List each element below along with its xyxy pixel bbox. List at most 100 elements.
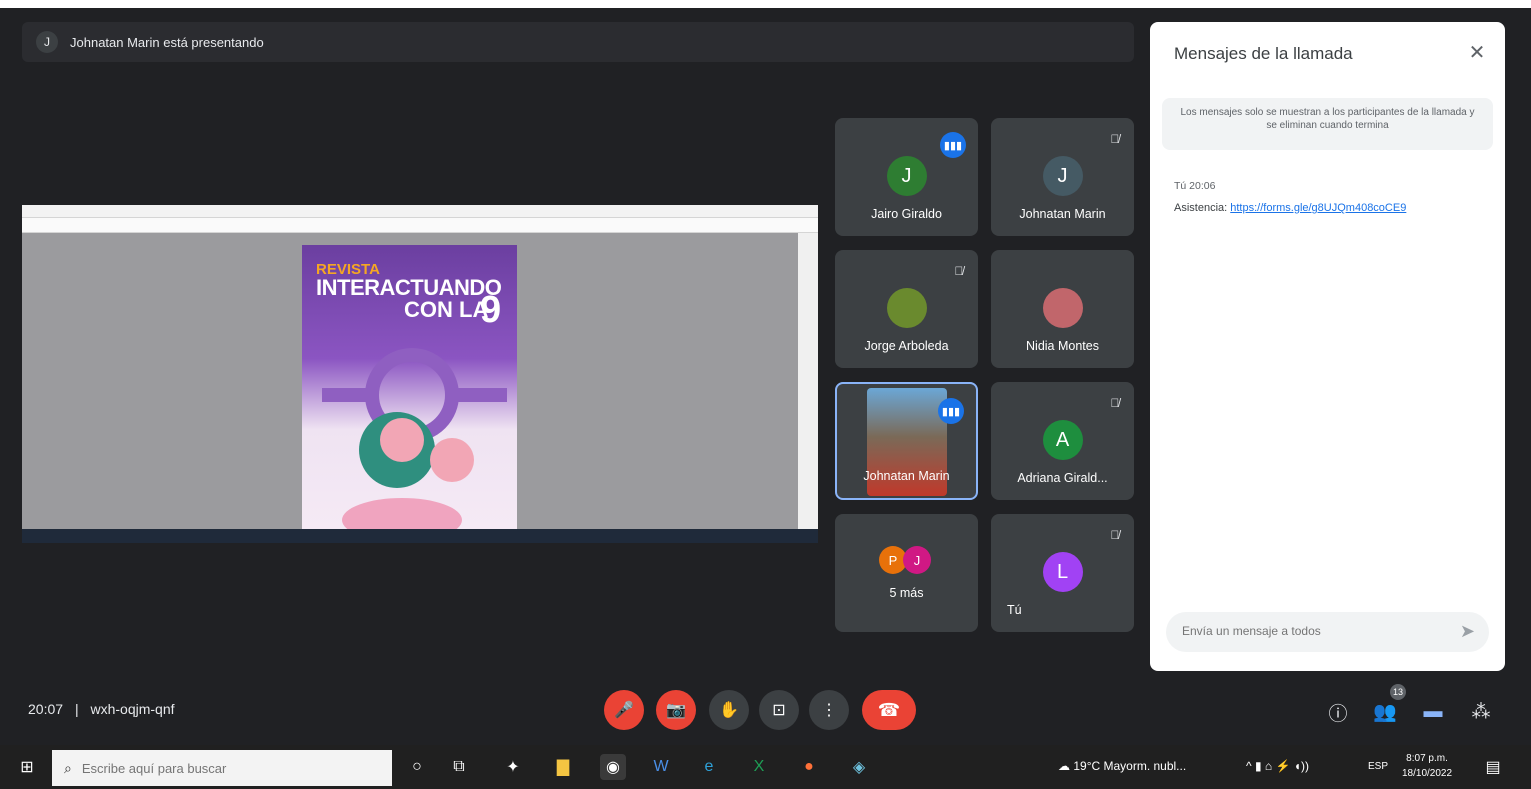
avatar: J bbox=[903, 546, 931, 574]
clock-time: 8:07 p.m. bbox=[1406, 753, 1448, 764]
firefox-icon[interactable]: ● bbox=[796, 754, 822, 780]
chat-panel: Mensajes de la llamada ✕ Los mensajes so… bbox=[1150, 22, 1505, 671]
shared-taskbar bbox=[22, 529, 818, 543]
presenting-banner: J Johnatan Marin está presentando bbox=[22, 22, 1134, 62]
camera-off-icon: 📷 bbox=[666, 702, 686, 719]
chat-button[interactable]: ▬ bbox=[1418, 698, 1448, 726]
people-button[interactable]: 👥 bbox=[1370, 698, 1400, 726]
word-icon[interactable]: W bbox=[648, 754, 674, 780]
camera-toggle-button[interactable]: 📷 bbox=[656, 690, 696, 730]
window-top-edge bbox=[0, 0, 1531, 8]
file-explorer-icon[interactable]: ▇ bbox=[550, 754, 576, 780]
taskbar-search[interactable]: ⌕ bbox=[52, 750, 392, 786]
mic-off-icon: 🎙̸ bbox=[1110, 132, 1120, 146]
participant-name: Johnatan Marin bbox=[863, 469, 950, 483]
send-icon[interactable]: ➤ bbox=[1460, 621, 1475, 642]
app-icon[interactable]: ◈ bbox=[846, 754, 872, 780]
cortana-icon[interactable]: ○ bbox=[404, 754, 430, 780]
speaking-indicator-icon: ▮▮▮ bbox=[940, 132, 966, 158]
notifications-icon[interactable]: ▤ bbox=[1480, 754, 1506, 780]
task-view-icon[interactable]: ⧉ bbox=[446, 754, 472, 780]
close-icon[interactable]: ✕ bbox=[1463, 38, 1491, 66]
chat-icon: ▬ bbox=[1423, 701, 1443, 722]
shared-scrollbar bbox=[798, 233, 818, 529]
participant-tile[interactable]: 🎙̸ A Adriana Girald... bbox=[991, 382, 1134, 500]
windows-taskbar: ⊞ ⌕ ○ ⧉ ✦ ▇ ◉ W e X ● ◈ ☁ 19°C Mayorm. n… bbox=[0, 745, 1531, 789]
edge-icon[interactable]: e bbox=[696, 754, 722, 780]
participant-tile[interactable]: 🎙̸ J Johnatan Marin bbox=[991, 118, 1134, 236]
avatar: A bbox=[1042, 420, 1083, 460]
language-indicator[interactable]: ESP bbox=[1368, 761, 1388, 772]
chrome-icon[interactable]: ◉ bbox=[600, 754, 626, 780]
participant-name: Tú bbox=[1007, 603, 1022, 617]
shared-app-menubar bbox=[22, 205, 818, 218]
mic-toggle-button[interactable]: 🎤 bbox=[604, 690, 644, 730]
app-icon[interactable]: ✦ bbox=[500, 754, 526, 780]
presenting-text: Johnatan Marin está presentando bbox=[70, 34, 264, 50]
more-vert-icon: ⋮ bbox=[821, 702, 837, 719]
magazine-illustration bbox=[322, 348, 507, 529]
participant-tile[interactable]: Nidia Montes bbox=[991, 250, 1134, 368]
magazine-cover: REVISTA INTERACTUANDO CON LA 9 bbox=[302, 245, 517, 529]
speaking-indicator-icon: ▮▮▮ bbox=[938, 398, 964, 424]
meeting-code: wxh-oqjm-qnf bbox=[90, 701, 175, 717]
mic-off-icon: 🎙̸ bbox=[1110, 396, 1120, 410]
mic-off-icon: 🎤 bbox=[614, 702, 634, 719]
system-tray-icons[interactable]: ^ ▮ ⌂ ⚡ ◖)) bbox=[1246, 759, 1309, 773]
message-body: Asistencia: https://forms.gle/g8UJQm408c… bbox=[1174, 202, 1406, 214]
search-icon: ⌕ bbox=[64, 759, 72, 776]
taskbar-search-input[interactable] bbox=[79, 759, 374, 777]
meeting-info: 20:07 | wxh-oqjm-qnf bbox=[28, 701, 175, 717]
presenter-avatar: J bbox=[36, 31, 58, 53]
self-tile[interactable]: 🎙̸ L Tú bbox=[991, 514, 1134, 632]
windows-start-icon[interactable]: ⊞ bbox=[14, 754, 40, 780]
hand-icon: ✋ bbox=[719, 702, 739, 719]
weather-icon: ☁ bbox=[1058, 759, 1070, 773]
weather-text: 19°C Mayorm. nubl... bbox=[1073, 759, 1187, 773]
chat-input-box[interactable]: ➤ bbox=[1166, 612, 1489, 652]
avatar: L bbox=[1042, 552, 1083, 592]
avatar bbox=[886, 288, 927, 328]
end-call-button[interactable]: ☎ bbox=[862, 690, 916, 730]
participant-name: Johnatan Marin bbox=[1019, 207, 1106, 221]
meeting-details-button[interactable]: ⓘ bbox=[1323, 698, 1353, 726]
present-screen-icon: ⊡ bbox=[772, 702, 786, 719]
weather-widget[interactable]: ☁ 19°C Mayorm. nubl... bbox=[1058, 759, 1186, 773]
participant-name: Jorge Arboleda bbox=[864, 339, 949, 353]
shared-document-area: REVISTA INTERACTUANDO CON LA 9 bbox=[22, 233, 798, 529]
more-count: 5 más bbox=[889, 586, 924, 600]
people-icon: 👥 bbox=[1373, 702, 1397, 723]
participant-name: Jairo Giraldo bbox=[871, 207, 942, 221]
message-link[interactable]: https://forms.gle/g8UJQm408coCE9 bbox=[1230, 202, 1406, 214]
phone-hangup-icon: ☎ bbox=[877, 699, 901, 720]
raise-hand-button[interactable]: ✋ bbox=[709, 690, 749, 730]
participant-tile[interactable]: 🎙̸ Jorge Arboleda bbox=[835, 250, 978, 368]
stacked-avatars: P J bbox=[879, 546, 931, 574]
separator: | bbox=[74, 701, 79, 717]
participant-name: Nidia Montes bbox=[1026, 339, 1099, 353]
participant-name: Adriana Girald... bbox=[1017, 471, 1108, 485]
activities-icon: ⁂ bbox=[1471, 701, 1491, 723]
more-options-button[interactable]: ⋮ bbox=[809, 690, 849, 730]
message-prefix: Asistencia: bbox=[1174, 202, 1231, 214]
chat-info-note: Los mensajes solo se muestran a los part… bbox=[1162, 98, 1493, 150]
shared-screen[interactable]: REVISTA INTERACTUANDO CON LA 9 bbox=[22, 205, 818, 543]
clock-date: 18/10/2022 bbox=[1402, 768, 1453, 779]
participant-tile[interactable]: ▮▮▮ J Jairo Giraldo bbox=[835, 118, 978, 236]
excel-icon[interactable]: X bbox=[746, 754, 772, 780]
present-button[interactable]: ⊡ bbox=[759, 690, 799, 730]
shared-app-toolbar bbox=[22, 218, 818, 233]
avatar: J bbox=[1042, 156, 1083, 196]
chat-message-input[interactable] bbox=[1180, 623, 1444, 639]
more-participants-tile[interactable]: P J 5 más bbox=[835, 514, 978, 632]
mic-off-icon: 🎙̸ bbox=[954, 264, 964, 278]
chat-title: Mensajes de la llamada bbox=[1174, 44, 1353, 63]
message-sender: Tú 20:06 bbox=[1174, 180, 1216, 192]
meeting-time: 20:07 bbox=[28, 701, 64, 717]
activities-button[interactable]: ⁂ bbox=[1466, 698, 1496, 726]
mic-off-icon: 🎙̸ bbox=[1110, 528, 1120, 542]
taskbar-clock[interactable]: 8:07 p.m. 18/10/2022 bbox=[1402, 751, 1452, 781]
avatar bbox=[1042, 288, 1083, 328]
info-icon: ⓘ bbox=[1328, 703, 1348, 725]
participant-tile-video[interactable]: ▮▮▮ Johnatan Marin bbox=[835, 382, 978, 500]
